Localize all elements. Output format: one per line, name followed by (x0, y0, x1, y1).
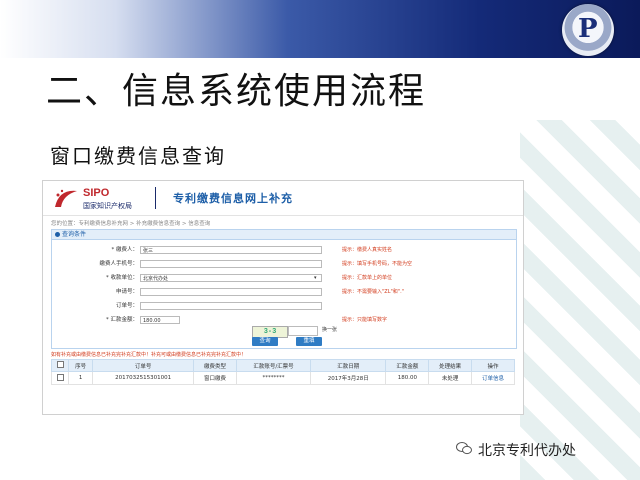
phone-label: 缴费人手机号： (99, 261, 138, 267)
col-order: 订单号 (92, 359, 195, 372)
slide-header-bar (0, 0, 640, 58)
cell-date: 2017年3月28日 (310, 371, 387, 385)
phone-input[interactable] (140, 260, 322, 268)
payee-select[interactable]: 北京代办处 (140, 274, 322, 282)
select-all-checkbox[interactable] (50, 359, 70, 372)
button-row: 查询 重填 (52, 337, 516, 346)
header-divider (155, 187, 156, 209)
warning-text: 如有补充或由缴费信息已补充完补充汇款中！补充可或由缴费信息已补充完补充汇款中！ (51, 352, 247, 358)
search-panel: 查询条件 * 缴费人： 张三 提示：缴费人真实姓名 缴费人手机号： 提示：填写手… (51, 229, 517, 349)
row-checkbox[interactable] (50, 371, 70, 385)
cell-amount: 180.00 (385, 371, 430, 385)
results-table: 序号 订单号 缴费类型 汇款账号/汇票号 汇款日期 汇款金额 处理结果 操作 1… (50, 359, 515, 385)
cell-account: ******** (235, 371, 312, 385)
panel-bullet-icon (55, 232, 60, 237)
cell-result: 未处理 (428, 371, 473, 385)
amount-input[interactable]: 180.00 (140, 316, 180, 324)
panel-title: 查询条件 (62, 231, 87, 238)
form-row-application: 申请号： 提示：不需要输入"ZL"和"." (52, 288, 516, 297)
org-logo-text: SIPO (83, 187, 110, 199)
captcha-row: 3-3 换一张 (52, 326, 516, 338)
site-title: 专利缴费信息网上补充 (173, 192, 293, 205)
order-input[interactable] (140, 302, 322, 310)
breadcrumb: 您的位置：专利缴费信息补充网 > 补充缴费信息查询 > 信息查询 (51, 221, 211, 227)
application-input[interactable] (140, 288, 322, 296)
footer-brand: 北京专利代办处 (478, 443, 576, 459)
amount-hint: 提示：只能填写数字 (342, 317, 388, 323)
payer-input[interactable]: 张三 (140, 246, 322, 254)
payee-label: * 收款单位： (106, 275, 138, 281)
wechat-icon (456, 442, 472, 455)
form-row-order: 订单号： (52, 302, 516, 311)
site-header: SIPO 国家知识产权局 专利缴费信息网上补充 (43, 181, 523, 216)
application-hint: 提示：不需要输入"ZL"和"." (342, 289, 405, 295)
background-watermark (520, 120, 640, 480)
cell-type: 窗口缴费 (193, 371, 237, 385)
captcha-refresh-link[interactable]: 换一张 (322, 326, 337, 335)
form-row-payer: * 缴费人： 张三 提示：缴费人真实姓名 (52, 246, 516, 255)
phone-hint: 提示：填写手机号码，不能为空 (342, 261, 413, 267)
cell-order: 201703251530100​1 (92, 371, 195, 385)
col-type: 缴费类型 (193, 359, 237, 372)
col-action: 操作 (471, 359, 515, 372)
form-row-payee: * 收款单位： 北京代办处 ▾ 提示：汇款单上的单位 (52, 274, 516, 283)
col-account: 汇款账号/汇票号 (235, 359, 312, 372)
search-button[interactable]: 查询 (252, 337, 278, 346)
col-date: 汇款日期 (310, 359, 387, 372)
sipo-logo-icon (55, 189, 77, 207)
table-header-row: 序号 订单号 缴费类型 汇款账号/汇票号 汇款日期 汇款金额 处理结果 操作 (50, 359, 515, 372)
slide-title: 二、信息系统使用流程 (46, 71, 427, 112)
payer-hint: 提示：缴费人真实姓名 (342, 247, 393, 253)
col-amount: 汇款金额 (385, 359, 430, 372)
panel-header: 查询条件 (52, 230, 516, 240)
payer-label: * 缴费人： (111, 247, 139, 253)
chevron-down-icon: ▾ (314, 275, 317, 281)
police-badge-logo: P (562, 4, 614, 56)
payee-hint: 提示：汇款单上的单位 (342, 275, 393, 281)
order-label: 订单号： (115, 303, 138, 309)
order-info-link[interactable]: 订单信息 (471, 371, 515, 385)
embedded-screenshot: SIPO 国家知识产权局 专利缴费信息网上补充 您的位置：专利缴费信息补充网 >… (42, 180, 524, 415)
cell-index: 1 (68, 371, 94, 385)
col-index: 序号 (68, 359, 94, 372)
form-row-amount: * 汇款金额： 180.00 提示：只能填写数字 (52, 316, 516, 325)
form-row-phone: 缴费人手机号： 提示：填写手机号码，不能为空 (52, 260, 516, 269)
col-result: 处理结果 (428, 359, 473, 372)
captcha-input[interactable] (288, 326, 318, 336)
slide-subtitle: 窗口缴费信息查询 (50, 144, 226, 168)
org-name: 国家知识产权局 (83, 202, 132, 210)
table-row: 1 201703251530100​1 窗口缴费 ******** 2017年3… (50, 371, 515, 385)
application-label: 申请号： (115, 289, 138, 295)
amount-label: * 汇款金额： (106, 317, 138, 323)
reset-button[interactable]: 重填 (296, 337, 322, 346)
